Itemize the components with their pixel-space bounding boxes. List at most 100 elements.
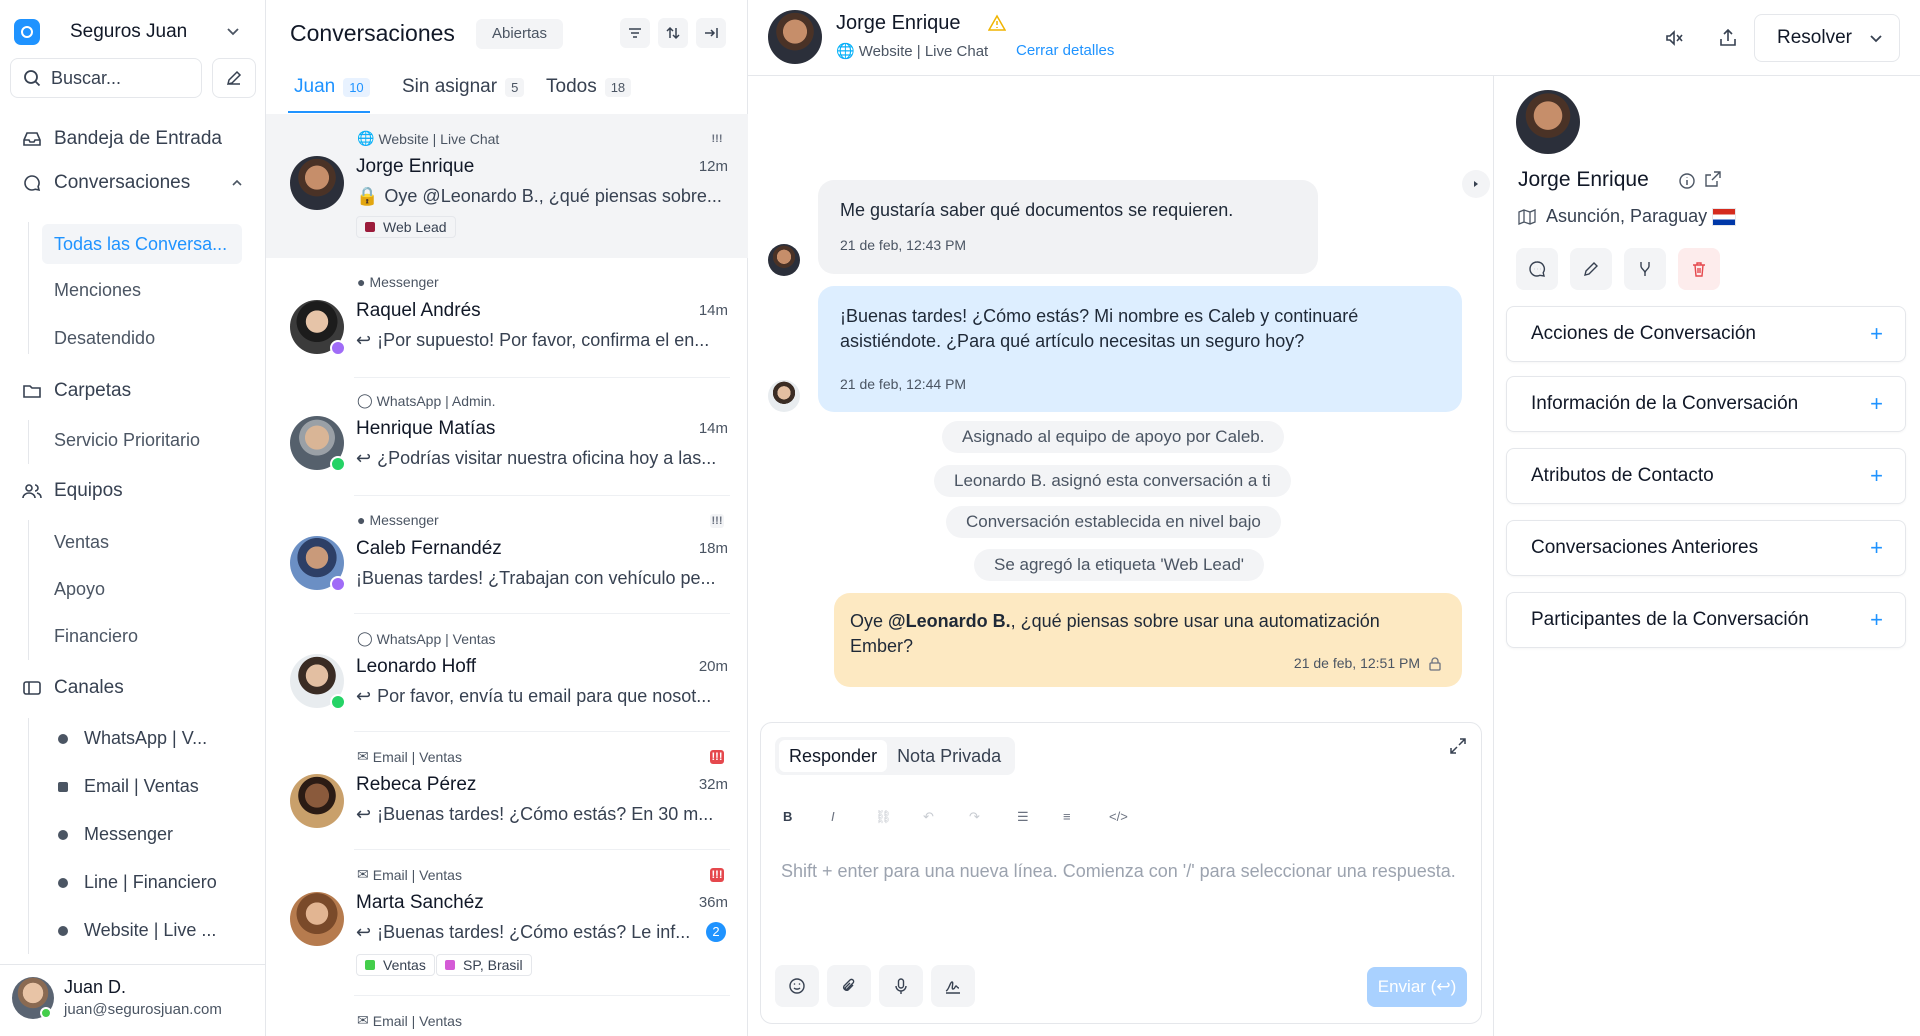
nav-channel-line[interactable]: Line | Financiero xyxy=(58,872,217,893)
users-icon xyxy=(22,484,42,499)
section-conversation-info[interactable]: Información de la Conversación + xyxy=(1506,376,1906,432)
whatsapp-badge-icon xyxy=(330,456,346,472)
nav-channels-label: Canales xyxy=(54,677,124,698)
priority-urgent-icon: !!! xyxy=(710,868,724,882)
list-title: Conversaciones xyxy=(290,20,455,46)
conversation-card[interactable]: ✉ Email | Ventas !!! Rebeca Pérez 32m ↩ ¡B… xyxy=(266,732,748,850)
bullet-list-icon[interactable]: ☰ xyxy=(1017,809,1029,825)
resolve-button[interactable]: Resolver xyxy=(1754,14,1900,62)
mention[interactable]: @Leonardo B. xyxy=(888,611,1011,631)
nav-conversations[interactable]: Conversaciones xyxy=(22,172,244,194)
message-time: 21 de feb, 12:43 PM xyxy=(840,237,967,253)
lock-icon xyxy=(1429,656,1441,671)
email-icon xyxy=(58,781,68,792)
nav-unattended[interactable]: Desatendido xyxy=(54,328,155,349)
conversation-card[interactable]: ● Messenger !!! Caleb Fernandéz 18m ¡Buen… xyxy=(266,496,748,614)
conversation-card[interactable]: ✉ Email | Ventas xyxy=(266,996,748,1036)
nav-channel-whatsapp[interactable]: WhatsApp | V... xyxy=(58,728,207,749)
sort-button[interactable] xyxy=(658,18,688,48)
message-preview: ¡Buenas tardes! ¿Cómo estás? Le inf... xyxy=(377,922,691,942)
tab-count: 18 xyxy=(604,77,632,97)
nav-mentions[interactable]: Menciones xyxy=(54,280,141,301)
user-email: juan@segurosjuan.com xyxy=(64,1001,222,1018)
plus-icon: + xyxy=(1870,321,1883,346)
expand-icon[interactable] xyxy=(1449,737,1467,755)
new-message-button[interactable] xyxy=(1516,248,1558,290)
inbox-label: ✉ Email | Ventas xyxy=(357,866,462,883)
contact-panel: Jorge Enrique Asunción, Paraguay Accione… xyxy=(1493,76,1920,1036)
external-link-icon[interactable] xyxy=(1704,170,1722,188)
current-user[interactable]: Juan D. juan@segurosjuan.com xyxy=(0,964,266,1036)
section-previous-conversations[interactable]: Conversaciones Anteriores + xyxy=(1506,520,1906,576)
inbox-label: ◯ WhatsApp | Admin. xyxy=(357,392,495,409)
tab-unassigned[interactable]: Sin asignar 5 xyxy=(402,76,525,98)
contact-location: Asunción, Paraguay xyxy=(1518,206,1707,227)
app-logo-icon xyxy=(14,19,40,45)
chevron-up-icon xyxy=(232,179,242,186)
search-input[interactable]: Buscar... xyxy=(10,58,202,98)
audio-button[interactable] xyxy=(879,965,923,1007)
undo-icon[interactable]: ↶ xyxy=(923,809,934,825)
signature-button[interactable] xyxy=(931,965,975,1007)
status-filter[interactable]: Abiertas xyxy=(476,19,564,49)
code-icon[interactable]: </> xyxy=(1109,809,1128,824)
italic-icon[interactable]: I xyxy=(831,809,835,824)
section-title: Conversaciones Anteriores xyxy=(1531,537,1759,558)
nav-folder-priority[interactable]: Servicio Prioritario xyxy=(54,430,200,451)
nav-channels[interactable]: Canales xyxy=(22,677,124,699)
nav-teams[interactable]: Equipos xyxy=(22,480,123,502)
collapse-list-button[interactable] xyxy=(696,18,726,48)
reply-icon: ↩ xyxy=(356,804,372,824)
send-button[interactable]: Enviar (↩) xyxy=(1367,967,1467,1007)
merge-contact-button[interactable] xyxy=(1624,248,1666,290)
nav-channel-messenger[interactable]: Messenger xyxy=(58,824,173,845)
close-details-link[interactable]: Cerrar detalles xyxy=(1016,42,1114,59)
nav-team-ventas[interactable]: Ventas xyxy=(54,532,109,553)
delete-contact-button[interactable] xyxy=(1678,248,1720,290)
numbered-list-icon[interactable]: ≡ xyxy=(1063,809,1071,824)
tree-line xyxy=(28,718,29,954)
info-icon[interactable] xyxy=(1678,172,1696,190)
new-conversation-button[interactable] xyxy=(212,58,256,98)
filter-button[interactable] xyxy=(620,18,650,48)
nav-channel-email[interactable]: Email | Ventas xyxy=(58,776,199,797)
nav-inbox[interactable]: Bandeja de Entrada xyxy=(22,128,222,150)
nav-teams-label: Equipos xyxy=(54,480,123,501)
toggle-panel-button[interactable] xyxy=(1462,170,1490,198)
export-button[interactable] xyxy=(1708,20,1748,56)
emoji-button[interactable] xyxy=(775,965,819,1007)
conversation-card[interactable]: ◯ WhatsApp | Ventas Leonardo Hoff 20m ↩ Po… xyxy=(266,614,748,732)
tab-all[interactable]: Todos 18 xyxy=(546,76,632,98)
link-icon[interactable]: ⛓ xyxy=(875,809,892,825)
attach-button[interactable] xyxy=(827,965,871,1007)
nav-all-conversations[interactable]: Todas las Conversa... xyxy=(42,224,242,264)
reply-icon: ↩ xyxy=(356,448,372,468)
tab-mine[interactable]: Juan 10 xyxy=(294,76,370,98)
nav-team-apoyo[interactable]: Apoyo xyxy=(54,579,105,600)
conversation-card[interactable]: 🌐 Website | Live Chat !!! Jorge Enrique 1… xyxy=(266,114,748,258)
nav-team-financiero[interactable]: Financiero xyxy=(54,626,138,647)
bold-icon[interactable]: B xyxy=(783,809,792,824)
section-title: Información de la Conversación xyxy=(1531,393,1799,414)
conversation-card[interactable]: ✉ Email | Ventas !!! Marta Sanchéz 36m ↩ ¡… xyxy=(266,850,748,996)
reply-tab[interactable]: Responder xyxy=(779,740,888,772)
mute-button[interactable] xyxy=(1654,20,1694,56)
section-contact-attributes[interactable]: Atributos de Contacto + xyxy=(1506,448,1906,504)
section-participants[interactable]: Participantes de la Conversación + xyxy=(1506,592,1906,648)
edit-contact-button[interactable] xyxy=(1570,248,1612,290)
conversation-list: Conversaciones Abiertas Juan 10 Sin asign… xyxy=(266,0,748,1036)
inbox-name: Website | Live Chat xyxy=(378,130,500,147)
section-conversation-actions[interactable]: Acciones de Conversación + xyxy=(1506,306,1906,362)
conversation-card[interactable]: ◯ WhatsApp | Admin. Henrique Matías 14m ↩… xyxy=(266,378,748,496)
conversation-card[interactable]: ● Messenger Raquel Andrés 14m ↩ ¡Por supue… xyxy=(266,258,748,378)
label-text: SP, Brasil xyxy=(463,957,523,973)
message-input[interactable]: Shift + enter para una nueva línea. Comi… xyxy=(781,861,1456,882)
contact-name[interactable]: Jorge Enrique xyxy=(836,12,961,35)
plus-icon: + xyxy=(1870,607,1883,632)
nav-channel-website[interactable]: Website | Live ... xyxy=(58,920,216,941)
message-preview: ¡Buenas tardes! ¿Trabajan con vehículo p… xyxy=(356,568,716,588)
private-note-tab[interactable]: Nota Privada xyxy=(887,740,1011,772)
nav-folders[interactable]: Carpetas xyxy=(22,380,131,402)
account-switcher[interactable]: Seguros Juan xyxy=(14,16,252,48)
redo-icon[interactable]: ↷ xyxy=(969,809,980,825)
